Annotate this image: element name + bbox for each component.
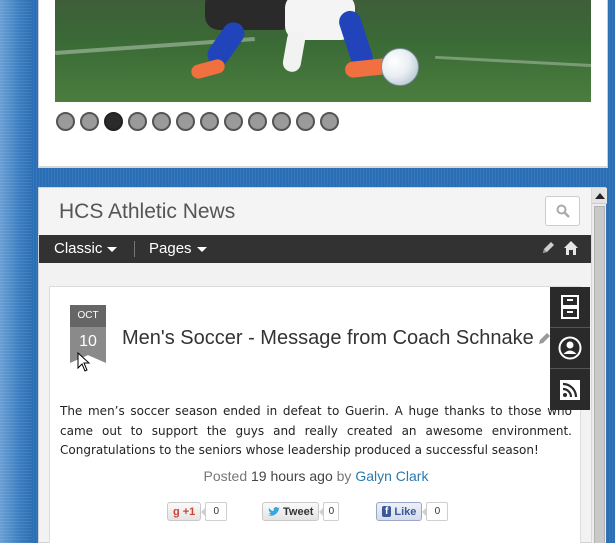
facebook-like: f Like 0 (376, 502, 449, 521)
player-sock (281, 28, 307, 74)
slider-dot[interactable] (272, 112, 291, 131)
soccer-ball (381, 48, 419, 86)
rss-icon (560, 379, 580, 400)
gplus-label: +1 (182, 505, 196, 518)
facebook-icon: f (382, 506, 392, 517)
slider-dot[interactable] (224, 112, 243, 131)
tweet-label: Tweet (283, 505, 314, 518)
player-legs (205, 0, 295, 30)
scroll-thumb[interactable] (594, 206, 605, 543)
tweet-button[interactable]: Tweet (262, 502, 320, 521)
gplus-icon: g (173, 505, 180, 518)
post-meta: Posted 19 hours ago by Galyn Clark (50, 468, 582, 484)
search-button[interactable] (545, 196, 580, 226)
slider-dot[interactable] (80, 112, 99, 131)
nav-divider (134, 241, 135, 257)
tweet-count: 0 (319, 502, 340, 521)
slider-dot[interactable] (296, 112, 315, 131)
like-count: 0 (422, 502, 449, 521)
field-line (435, 55, 591, 68)
author-link[interactable]: Galyn Clark (355, 468, 428, 484)
like-button[interactable]: f Like (376, 502, 423, 521)
gplus-count: 0 (201, 502, 228, 521)
page-background-stripe (0, 0, 32, 543)
chevron-down-icon (196, 247, 207, 252)
chevron-down-icon (107, 247, 118, 252)
post-time: 19 hours ago (251, 468, 333, 484)
news-header: HCS Athletic News (39, 188, 591, 236)
slider-dot[interactable] (200, 112, 219, 131)
search-icon (556, 204, 570, 218)
slide-image[interactable] (55, 0, 591, 102)
archive-button[interactable] (550, 287, 590, 328)
player-shoe (189, 57, 227, 81)
vertical-scrollbar[interactable] (591, 188, 607, 543)
slider-dot[interactable] (56, 112, 75, 131)
nav-classic-dropdown[interactable]: Classic (54, 240, 118, 257)
news-widget: HCS Athletic News Classic Pages OCT 10 M… (38, 187, 607, 543)
nav-pages-label: Pages (149, 240, 192, 257)
nav-pages-dropdown[interactable]: Pages (149, 240, 207, 257)
like-label: Like (394, 505, 417, 518)
rss-button[interactable] (550, 369, 590, 410)
pencil-icon[interactable] (541, 241, 555, 255)
slider-dot[interactable] (320, 112, 339, 131)
tweet-share: Tweet 0 (262, 502, 340, 521)
slider-dot[interactable] (128, 112, 147, 131)
date-month: OCT (70, 305, 106, 327)
archive-icon (561, 295, 579, 319)
profile-button[interactable] (550, 328, 590, 369)
scroll-up-arrow[interactable] (592, 188, 607, 204)
pencil-icon[interactable] (538, 331, 550, 345)
slider-dot[interactable] (248, 112, 267, 131)
slider-dot[interactable] (176, 112, 195, 131)
nav-classic-label: Classic (54, 240, 103, 257)
news-post: OCT 10 Men's Soccer - Message from Coach… (49, 286, 581, 543)
news-title: HCS Athletic News (59, 200, 236, 223)
post-title[interactable]: Men's Soccer - Message from Coach Schnak… (122, 327, 534, 350)
by-label: by (336, 468, 352, 484)
twitter-bird-icon (268, 506, 280, 516)
gplus-button[interactable]: g +1 (167, 502, 202, 521)
side-toolbar (550, 287, 590, 410)
image-slider (38, 0, 608, 168)
profile-icon (558, 336, 582, 360)
slider-pagination (56, 112, 339, 131)
mouse-cursor-icon (77, 352, 91, 372)
gplus-share: g +1 0 (167, 502, 228, 521)
post-body: The men’s soccer season ended in defeat … (60, 404, 572, 457)
home-icon[interactable] (563, 240, 579, 256)
slider-dot[interactable] (152, 112, 171, 131)
slider-dot[interactable] (104, 112, 123, 131)
posted-label: Posted (203, 468, 248, 484)
news-navbar: Classic Pages (39, 235, 591, 263)
